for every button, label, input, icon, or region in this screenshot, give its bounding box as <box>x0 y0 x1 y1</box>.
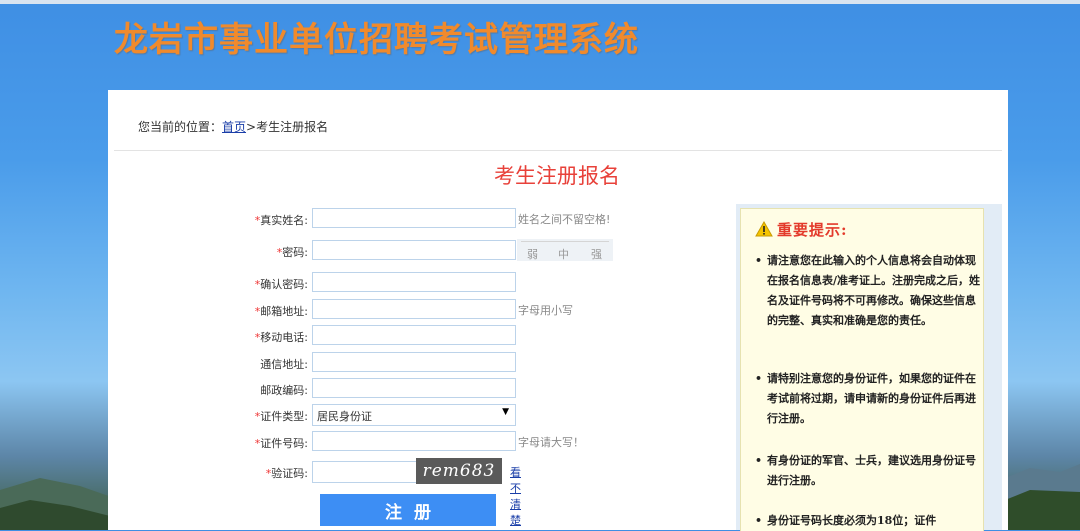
warning-icon <box>755 221 773 237</box>
main-panel: 您当前的位置：首页>考生注册报名 考生注册报名 *真实姓名: 姓名之间不留空格!… <box>108 90 1008 531</box>
name-hint: 姓名之间不留空格! <box>518 213 611 226</box>
captcha-refresh-link[interactable]: 看不清楚 <box>510 464 521 528</box>
name-label: *真实姓名: <box>254 214 308 227</box>
notice-item: • 请注意您在此输入的个人信息将会自动体现在报名信息表/准考证上。注册完成之后，姓… <box>755 254 981 327</box>
captcha-input[interactable] <box>312 461 418 483</box>
postcode-label: 邮政编码: <box>260 384 308 397</box>
mobile-input[interactable] <box>312 325 516 345</box>
top-border <box>0 0 1080 4</box>
id-type-selected-value: 居民身份证 <box>317 410 372 423</box>
confirm-password-label: *确认密码: <box>254 278 308 291</box>
password-strength-meter: 弱 中 强 <box>517 239 613 261</box>
breadcrumb-prefix: 您当前的位置： <box>138 120 223 134</box>
email-hint: 字母用小写 <box>518 304 573 317</box>
mobile-label: *移动电话: <box>254 331 308 344</box>
notice-item: • 身份证号码长度必须为18位；证件 <box>755 514 937 527</box>
notice-title: 重要提示: <box>755 219 848 240</box>
id-number-label: *证件号码: <box>254 437 308 450</box>
strength-strong: 强 <box>591 248 602 261</box>
captcha-label: *验证码: <box>265 467 308 480</box>
notice-item: • 有身份证的军官、士兵，建议选用身份证号进行注册。 <box>755 454 976 487</box>
id-type-label: *证件类型: <box>254 410 308 423</box>
notice-item: • 请特别注意您的身份证件，如果您的证件在考试前将过期，请申请新的身份证件后再进行… <box>755 372 976 425</box>
id-type-select[interactable]: 居民身份证 ▼ <box>312 404 516 426</box>
breadcrumb-current: 考生注册报名 <box>256 120 329 134</box>
real-name-input[interactable] <box>312 208 516 228</box>
id-number-input[interactable] <box>312 431 516 451</box>
notice-content: 重要提示: • 请注意您在此输入的个人信息将会自动体现在报名信息表/准考证上。注册… <box>740 208 984 531</box>
breadcrumb-separator: > <box>246 120 257 134</box>
address-label: 通信地址: <box>260 358 308 371</box>
register-button[interactable]: 注册 <box>320 494 496 526</box>
strength-medium: 中 <box>558 248 569 261</box>
divider <box>114 150 1002 151</box>
email-label: *邮箱地址: <box>254 305 308 318</box>
confirm-password-input[interactable] <box>312 272 516 292</box>
breadcrumb: 您当前的位置：首页>考生注册报名 <box>138 118 328 135</box>
email-input[interactable] <box>312 299 516 319</box>
strength-weak: 弱 <box>527 248 538 261</box>
address-input[interactable] <box>312 352 516 372</box>
password-label: *密码: <box>276 246 308 259</box>
password-input[interactable] <box>312 240 516 260</box>
site-title: 龙岩市事业单位招聘考试管理系统 <box>114 20 639 60</box>
id-number-hint: 字母请大写！ <box>518 436 584 449</box>
notice-box: 重要提示: • 请注意您在此输入的个人信息将会自动体现在报名信息表/准考证上。注册… <box>736 204 1002 531</box>
captcha-image[interactable]: rem683 <box>416 458 502 484</box>
dropdown-arrow-icon: ▼ <box>502 407 509 417</box>
breadcrumb-home-link[interactable]: 首页 <box>222 120 246 134</box>
postcode-input[interactable] <box>312 378 516 398</box>
page-title: 考生注册报名 <box>494 164 620 188</box>
